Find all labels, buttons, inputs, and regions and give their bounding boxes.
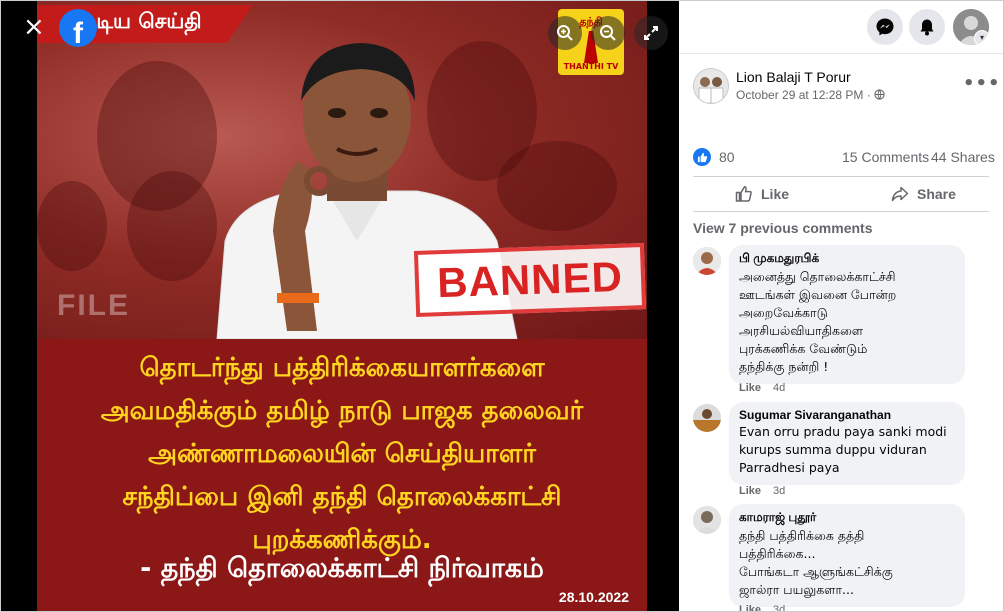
comment-time[interactable]: 3d [773, 604, 785, 611]
comment-meta: Like 3d [739, 485, 785, 497]
news-poster-image: முடிய செய்தி FILE BANNED தந்தி THANTHI T… [37, 1, 647, 611]
logo-subtitle: THANTHI TV [563, 62, 619, 71]
comment-line: புரக்கணிக்க வேண்டும் [739, 341, 868, 356]
commenter-avatar[interactable] [693, 404, 721, 432]
headline-line: தொடர்ந்து பத்திரிக்கையாளர்களை [139, 353, 545, 383]
poster-date: 28.10.2022 [558, 589, 629, 605]
comment-like-button[interactable]: Like [739, 604, 761, 611]
facebook-logo-letter: f [73, 17, 83, 47]
background-shape [37, 181, 107, 271]
comment-text: அனைத்து தொலைக்காட்ச்சி ஊடங்கள் இவனை போன்… [739, 268, 955, 376]
photo-viewer: முடிய செய்தி FILE BANNED தந்தி THANTHI T… [1, 1, 679, 611]
poster-signoff: - தந்தி தொலைக்காட்சி நிர்வாகம் [140, 553, 544, 584]
poster-photo-area: முடிய செய்தி FILE BANNED தந்தி THANTHI T… [37, 1, 647, 339]
comment-meta: Like 4d [739, 382, 785, 394]
profile-avatar[interactable]: ▾ [953, 9, 989, 45]
headline-line: அவமதிக்கும் தமிழ் நாடு பாஜக தலைவர் [100, 396, 584, 426]
commenter-name[interactable]: Sugumar Sivaranganathan [739, 408, 955, 422]
thumbs-up-icon [735, 186, 752, 202]
commenter-name[interactable]: காமராஜ் புதூர் [739, 510, 955, 526]
headline-line: அண்ணாமலையின் செய்தியாளர் [148, 439, 536, 469]
zoom-out-icon[interactable] [591, 16, 625, 50]
author-name[interactable]: Lion Balaji T Porur [736, 69, 851, 85]
share-icon [891, 186, 909, 202]
facebook-logo-icon[interactable]: f [59, 9, 97, 47]
facebook-photo-viewer: முடிய செய்தி FILE BANNED தந்தி THANTHI T… [0, 0, 1004, 612]
comment-meta: Like 3d [739, 604, 785, 611]
comment-line: பத்திரிக்கை... [739, 546, 816, 561]
shares-count[interactable]: 44 Shares [931, 149, 995, 165]
reaction-count[interactable]: 80 [719, 149, 735, 165]
messenger-icon[interactable] [867, 9, 903, 45]
divider [693, 211, 989, 212]
comment-line: Parradhesi paya [739, 460, 840, 475]
comment-line: அறைவேக்காடு [739, 305, 828, 320]
comment-line: Evan orru pradu paya sanki modi [739, 424, 947, 439]
like-button[interactable]: Like [735, 181, 789, 207]
comment-line: ஊடங்கள் இவனை போன்ற [739, 287, 897, 302]
fullscreen-icon[interactable] [634, 16, 668, 50]
banned-stamp: BANNED [413, 243, 647, 317]
comment-bubble: Sugumar Sivaranganathan Evan orru pradu … [729, 402, 965, 485]
like-label: Like [761, 186, 790, 202]
post-panel: ▾ Lion Balaji T Porur October 29 at 12:2… [679, 1, 1003, 611]
chevron-down-icon[interactable]: ▾ [974, 30, 989, 45]
comment-line: தந்தி பத்திரிக்கை தத்தி [739, 528, 865, 543]
comment-line: அரசியல்வியாதிகளை [739, 323, 864, 338]
share-button[interactable]: Share [891, 181, 956, 207]
more-options-icon[interactable]: ••• [963, 73, 1001, 94]
comment-text: தந்தி பத்திரிக்கை தத்தி பத்திரிக்கை... ப… [739, 527, 955, 599]
commenter-name[interactable]: பி முகமதுரபிக் [739, 251, 955, 267]
comment-time[interactable]: 4d [773, 382, 785, 394]
file-watermark: FILE [57, 289, 130, 322]
share-label: Share [917, 186, 956, 202]
comments-count[interactable]: 15 Comments [842, 149, 929, 165]
author-avatar[interactable] [693, 68, 729, 104]
banned-stamp-text: BANNED [436, 252, 624, 307]
comment-line: அனைத்து தொலைக்காட்ச்சி [739, 269, 896, 284]
comment-time[interactable]: 3d [773, 485, 785, 497]
commenter-avatar[interactable] [693, 506, 721, 534]
commenter-avatar[interactable] [693, 247, 721, 275]
globe-icon [874, 89, 885, 100]
zoom-in-icon[interactable] [548, 16, 582, 50]
headline-line: சந்திப்பை இனி தந்தி தொலைக்காட்சி [122, 482, 562, 512]
divider [693, 176, 989, 177]
poster-headline: தொடர்ந்து பத்திரிக்கையாளர்களை அவமதிக்கும… [47, 347, 637, 562]
top-bar: ▾ [679, 1, 1003, 54]
close-icon[interactable]: × [23, 14, 45, 40]
comment-bubble: பி முகமதுரபிக் அனைத்து தொலைக்காட்ச்சி ஊட… [729, 245, 965, 384]
poster-text-area: தொடர்ந்து பத்திரிக்கையாளர்களை அவமதிக்கும… [37, 339, 647, 611]
comment-like-button[interactable]: Like [739, 382, 761, 394]
comment-line: ஜால்ரா பயலுகளா... [739, 582, 854, 597]
post-time-text: October 29 at 12:28 PM · [736, 88, 875, 102]
comment-line: kurups summa duppu viduran [739, 442, 927, 457]
like-reaction-icon [693, 148, 711, 166]
comment-bubble: காமராஜ் புதூர் தந்தி பத்திரிக்கை தத்தி ப… [729, 504, 965, 607]
comment-like-button[interactable]: Like [739, 485, 761, 497]
notifications-bell-icon[interactable] [909, 9, 945, 45]
view-previous-comments[interactable]: View 7 previous comments [693, 220, 872, 236]
comment-line: போங்கடா ஆளுங்கட்சிக்கு [739, 564, 893, 579]
comment-line: தந்திக்கு நன்றி ! [739, 359, 829, 374]
comment-text: Evan orru pradu paya sanki modi kurups s… [739, 423, 955, 477]
post-timestamp[interactable]: October 29 at 12:28 PM · [736, 88, 885, 102]
